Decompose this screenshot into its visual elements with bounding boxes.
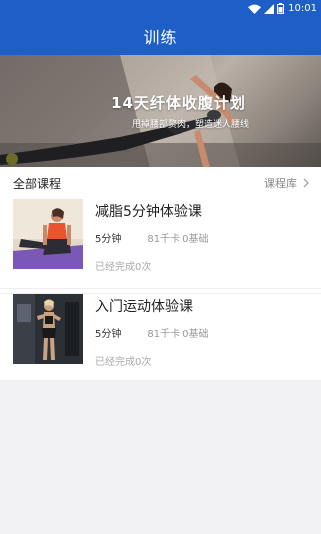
course-item[interactable]: 减脂5分钟体验课 5分钟 81千卡 0基础 已经完成0次 [0,199,321,289]
course-list: 减脂5分钟体验课 5分钟 81千卡 0基础 已经完成0次 入门运动体验课 5分钟… [0,199,321,381]
course-duration: 5分钟 [95,329,122,340]
app-bar: 训练 [0,17,321,55]
banner-title: 14天纤体收腹计划 [111,94,246,112]
course-meta: 5分钟 81千卡 0基础 [95,230,208,245]
course-meta: 5分钟 81千卡 0基础 [95,325,208,340]
page-title: 训练 [143,28,178,47]
course-section-header: 全部课程 课程库 [0,167,321,199]
course-library-label: 课程库 [264,177,297,190]
section-title: 全部课程 [13,176,62,191]
course-progress: 已经完成0次 [95,262,152,273]
course-level: 0基础 [182,329,209,340]
course-name: 入门运动体验课 [95,299,193,315]
status-time: 10:01 [288,3,317,14]
course-calories: 81千卡 [147,234,181,245]
course-thumbnail [13,199,83,269]
course-library-link[interactable]: 课程库 [264,175,309,191]
course-name: 减脂5分钟体验课 [95,204,202,220]
status-bar: 10:01 [0,0,321,17]
course-level: 0基础 [182,234,209,245]
course-item[interactable]: 入门运动体验课 5分钟 81千卡 0基础 已经完成0次 [0,293,321,381]
banner-subtitle: 甩掉腰部赘肉，塑造迷人腰线 [131,120,249,130]
signal-icon [264,3,275,14]
course-calories: 81千卡 [147,329,181,340]
course-thumbnail [13,294,83,364]
promo-banner[interactable]: 14天纤体收腹计划 甩掉腰部赘肉，塑造迷人腰线 [0,55,321,167]
status-icons [248,3,285,14]
course-progress: 已经完成0次 [95,357,152,368]
chevron-right-icon [303,178,309,188]
course-duration: 5分钟 [95,234,122,245]
wifi-icon [248,4,262,14]
battery-icon [277,3,285,14]
